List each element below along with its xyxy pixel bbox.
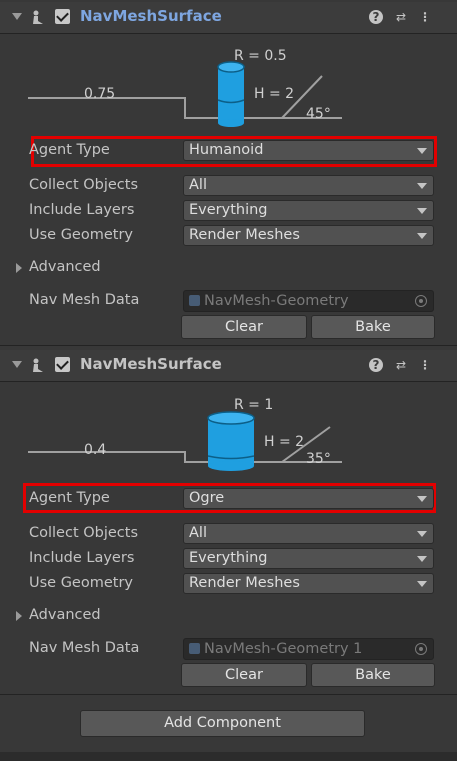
- kebab-menu-icon[interactable]: ⋮: [418, 10, 432, 24]
- use-geometry-dropdown[interactable]: Render Meshes: [183, 573, 434, 594]
- include-layers-value: Everything: [189, 202, 268, 218]
- chevron-down-icon: [417, 556, 427, 562]
- chevron-down-icon: [417, 208, 427, 214]
- nav-mesh-data-label: Nav Mesh Data: [29, 640, 140, 656]
- navmesh-asset-icon: [189, 295, 200, 306]
- collect-objects-label: Collect Objects: [29, 177, 139, 193]
- collect-objects-dropdown[interactable]: All: [183, 523, 434, 544]
- agent-type-dropdown[interactable]: Humanoid: [183, 140, 434, 161]
- chevron-down-icon: [417, 581, 427, 587]
- use-geometry-label: Use Geometry: [29, 575, 133, 591]
- use-geometry-label: Use Geometry: [29, 227, 133, 243]
- agent-cylinder: [207, 411, 255, 471]
- bake-button[interactable]: Bake: [311, 315, 435, 339]
- component-divider: [0, 694, 457, 695]
- foldout-arrow-icon[interactable]: [12, 361, 22, 368]
- advanced-foldout-label[interactable]: Advanced: [29, 259, 101, 275]
- kebab-menu-icon[interactable]: ⋮: [418, 358, 432, 372]
- component-header-1[interactable]: NavMeshSurface ? ⇄ ⋮: [0, 2, 457, 34]
- agent-cylinder: [217, 61, 245, 127]
- agent-type-label: Agent Type: [29, 142, 110, 158]
- advanced-foldout-icon[interactable]: [16, 611, 22, 621]
- agent-diagram: R = 0.5 H = 2 0.75 45°: [28, 48, 342, 127]
- navmesh-component-icon: [33, 10, 43, 24]
- height-label: H = 2: [254, 86, 294, 102]
- object-picker-icon[interactable]: [415, 295, 427, 307]
- component-divider: [0, 345, 457, 346]
- clear-button[interactable]: Clear: [181, 315, 307, 339]
- clear-button[interactable]: Clear: [181, 663, 307, 687]
- nav-mesh-data-field[interactable]: NavMesh-Geometry: [183, 290, 434, 312]
- nav-mesh-data-value: NavMesh-Geometry 1: [204, 641, 363, 657]
- chevron-down-icon: [417, 233, 427, 239]
- nav-mesh-data-value: NavMesh-Geometry: [204, 293, 349, 309]
- include-layers-dropdown[interactable]: Everything: [183, 200, 434, 221]
- include-layers-value: Everything: [189, 550, 268, 566]
- navmesh-asset-icon: [189, 643, 200, 654]
- bake-button[interactable]: Bake: [311, 663, 435, 687]
- include-layers-dropdown[interactable]: Everything: [183, 548, 434, 569]
- collect-objects-value: All: [189, 525, 207, 541]
- radius-label: R = 0.5: [234, 48, 287, 64]
- use-geometry-dropdown[interactable]: Render Meshes: [183, 225, 434, 246]
- chevron-down-icon: [417, 496, 427, 502]
- enabled-checkbox[interactable]: [55, 9, 70, 24]
- use-geometry-value: Render Meshes: [189, 575, 300, 591]
- collect-objects-dropdown[interactable]: All: [183, 175, 434, 196]
- advanced-foldout-label[interactable]: Advanced: [29, 607, 101, 623]
- agent-type-dropdown[interactable]: Ogre: [183, 488, 434, 509]
- inspector-footer: [0, 752, 457, 761]
- component-header-2[interactable]: NavMeshSurface ? ⇄ ⋮: [0, 350, 457, 382]
- agent-type-value: Ogre: [189, 490, 225, 506]
- chevron-down-icon: [417, 148, 427, 154]
- agent-diagram: R = 1 H = 2 0.4 35°: [28, 397, 342, 471]
- include-layers-label: Include Layers: [29, 550, 135, 566]
- preset-icon[interactable]: ⇄: [394, 10, 408, 24]
- step-height-label: 0.4: [84, 442, 106, 458]
- step-height-label: 0.75: [84, 86, 115, 102]
- use-geometry-value: Render Meshes: [189, 227, 300, 243]
- navmesh-component-icon: [33, 358, 43, 372]
- chevron-down-icon: [417, 531, 427, 537]
- component-title: NavMeshSurface: [80, 7, 222, 25]
- preset-icon[interactable]: ⇄: [394, 358, 408, 372]
- component-title: NavMeshSurface: [80, 355, 222, 373]
- include-layers-label: Include Layers: [29, 202, 135, 218]
- help-icon[interactable]: ?: [369, 10, 383, 24]
- nav-mesh-data-label: Nav Mesh Data: [29, 292, 140, 308]
- collect-objects-label: Collect Objects: [29, 525, 139, 541]
- foldout-arrow-icon[interactable]: [12, 13, 22, 20]
- agent-type-label: Agent Type: [29, 490, 110, 506]
- nav-mesh-data-field[interactable]: NavMesh-Geometry 1: [183, 638, 434, 660]
- object-picker-icon[interactable]: [415, 643, 427, 655]
- radius-label: R = 1: [234, 397, 273, 413]
- collect-objects-value: All: [189, 177, 207, 193]
- max-slope-label: 35°: [306, 451, 331, 467]
- add-component-button[interactable]: Add Component: [80, 710, 365, 737]
- height-label: H = 2: [264, 434, 304, 450]
- agent-type-value: Humanoid: [189, 142, 264, 158]
- advanced-foldout-icon[interactable]: [16, 263, 22, 273]
- max-slope-label: 45°: [306, 106, 331, 122]
- help-icon[interactable]: ?: [369, 358, 383, 372]
- enabled-checkbox[interactable]: [55, 357, 70, 372]
- chevron-down-icon: [417, 183, 427, 189]
